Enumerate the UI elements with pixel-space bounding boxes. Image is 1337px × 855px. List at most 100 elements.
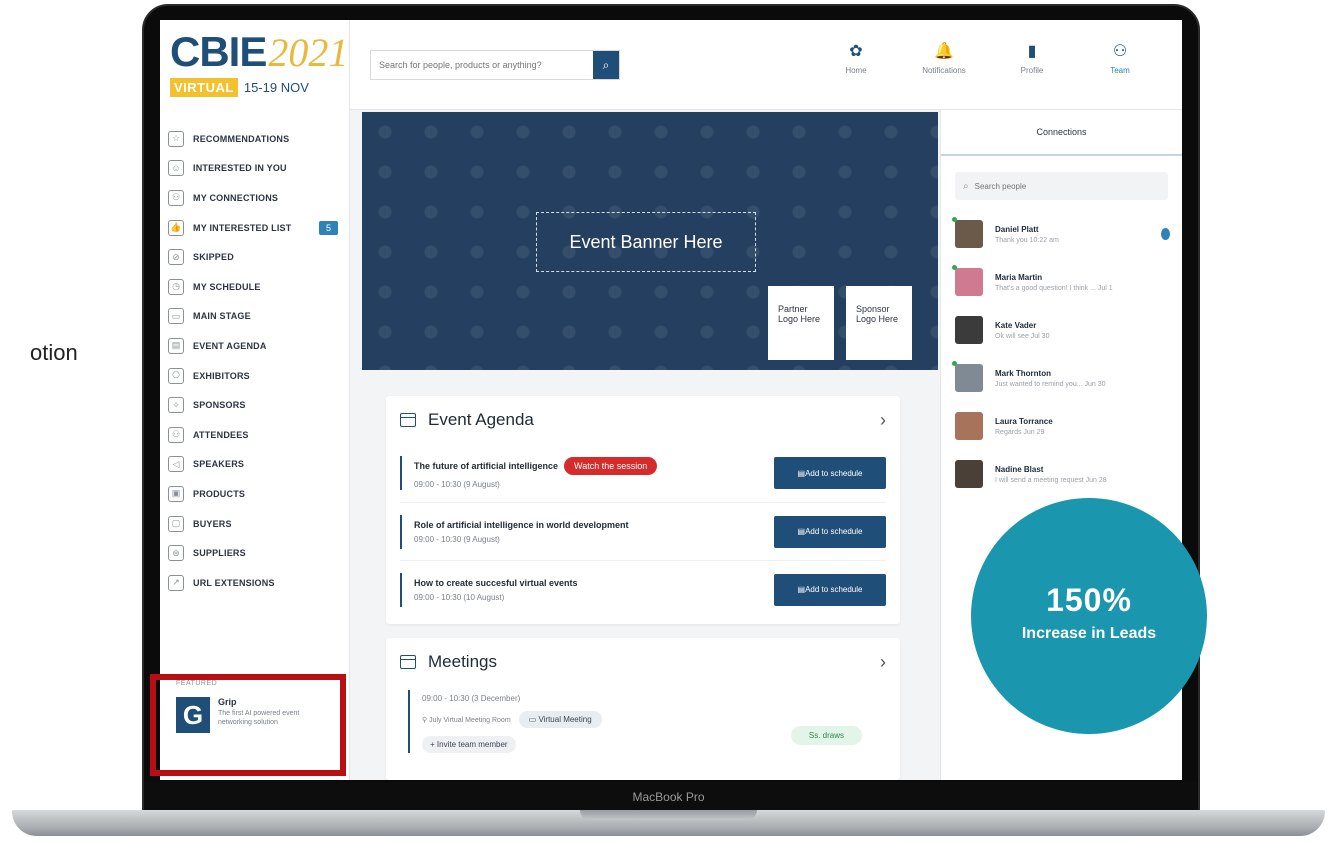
sidebar-item-url-extensions[interactable]: ↗ URL EXTENSIONS	[168, 568, 348, 598]
connection-name: Maria Martin	[995, 272, 1043, 282]
agenda-list: The future of artificial intelligence Wat…	[386, 444, 900, 618]
add-to-schedule-button[interactable]: ▤ Add to schedule	[774, 457, 886, 489]
home-icon: ✿	[849, 43, 863, 60]
sidebar-item-label: RECOMMENDATIONS	[193, 133, 290, 144]
nav-home[interactable]: ✿ Home	[832, 40, 880, 75]
chevron-right-icon[interactable]: ›	[880, 410, 886, 431]
invite-team-button[interactable]: + Invite team member	[422, 736, 516, 753]
people-search-input[interactable]	[974, 181, 1135, 191]
agenda-item-title-text: How to create succesful virtual events	[414, 577, 578, 588]
avatar	[952, 265, 983, 296]
add-to-schedule-label: Add to schedule	[805, 468, 863, 478]
connection-info: Nadine Blast I will send a meeting reques…	[995, 465, 1107, 484]
speaker-icon: ◁	[168, 456, 184, 473]
connection-item[interactable]: Laura Torrance Regards Jun 29	[941, 402, 1182, 450]
sidebar-item-interested-in-you[interactable]: ☺ INTERESTED IN YOU	[168, 154, 348, 184]
sidebar-item-label: SKIPPED	[193, 252, 234, 263]
nav-label: Team	[1110, 66, 1130, 75]
nav-label: Profile	[1020, 66, 1044, 75]
online-indicator	[952, 361, 957, 366]
sidebar-item-label: BUYERS	[193, 518, 232, 529]
sidebar-item-my-interested-list[interactable]: 👍 MY INTERESTED LIST 5	[168, 213, 348, 243]
smiley-icon: ☺	[168, 160, 184, 177]
add-to-schedule-button[interactable]: ▤ Add to schedule	[774, 515, 886, 548]
agenda-item-time: 09:00 - 10:30 (9 August)	[414, 534, 500, 544]
side-caption: otion	[30, 340, 78, 365]
connection-info: Laura Torrance Regards Jun 29	[995, 417, 1053, 436]
meeting-type-pill[interactable]: ▭ Virtual Meeting	[518, 711, 602, 728]
stage: otion MacBook Pro CBIE2021 VIRTUAL 15-19…	[0, 0, 1337, 855]
sidebar-item-label: EVENT AGENDA	[193, 340, 267, 351]
logo-virtual-badge: VIRTUAL	[170, 78, 238, 97]
nav-team[interactable]: ⚇ Team	[1096, 40, 1144, 75]
chevron-right-icon[interactable]: ›	[880, 652, 886, 673]
sidebar-item-sponsors[interactable]: ✧ SPONSORS	[168, 390, 348, 420]
calendar-icon	[400, 655, 416, 669]
nav-profile[interactable]: ▮ Profile	[1008, 40, 1056, 75]
sidebar-item-skipped[interactable]: ⊘ SKIPPED	[168, 242, 348, 272]
logo-name: CBIE	[170, 28, 267, 75]
avatar	[955, 316, 983, 344]
connection-info: Maria Martin That's a good question! I th…	[995, 273, 1113, 292]
sidebar-item-label: SUPPLIERS	[193, 548, 246, 559]
add-to-schedule-button[interactable]: ▤ Add to schedule	[774, 573, 886, 606]
sidebar-item-my-connections[interactable]: ⚇ MY CONNECTIONS	[168, 183, 348, 213]
stat-circle: 150% Increase in Leads	[971, 498, 1207, 734]
watch-session-button[interactable]: Watch the session	[564, 457, 658, 475]
avatar	[952, 361, 983, 392]
sidebar-item-speakers[interactable]: ◁ SPEAKERS	[168, 450, 348, 480]
calendar-icon: ▤	[797, 468, 806, 478]
count-badge: 5	[318, 220, 338, 235]
stat-label: Increase in Leads	[1021, 625, 1157, 642]
search-input[interactable]	[371, 51, 593, 79]
sponsor-logo-tile[interactable]: Sponsor Logo Here	[846, 286, 912, 360]
connection-item[interactable]: Daniel Platt Thank you 10:22 am	[941, 210, 1182, 258]
profile-icon: ▮	[1027, 43, 1037, 60]
event-agenda-card: Event Agenda › The future of artificial …	[386, 396, 900, 624]
agenda-item-title: The future of artificial intelligence Wat…	[414, 457, 774, 475]
event-logo[interactable]: CBIE2021	[170, 28, 348, 76]
agenda-title: Event Agenda	[428, 410, 534, 429]
connection-name: Nadine Blast	[995, 464, 1044, 474]
sidebar-item-my-schedule[interactable]: ◷ MY SCHEDULE	[168, 272, 348, 302]
agenda-item-title: Role of artificial intelligence in world…	[414, 520, 774, 530]
sidebar-item-event-agenda[interactable]: ▤ EVENT AGENDA	[168, 331, 348, 361]
sidebar-item-label: EXHIBITORS	[193, 370, 250, 381]
connections-list: Daniel Platt Thank you 10:22 am Maria Mart…	[941, 210, 1182, 498]
connection-last-message: Just wanted to remind you... Jun 30	[995, 380, 1106, 388]
nav-notifications[interactable]: 🔔 Notifications	[920, 40, 968, 75]
connection-item[interactable]: Maria Martin That's a good question! I th…	[941, 258, 1182, 306]
sidebar-item-buyers[interactable]: ▢ BUYERS	[168, 509, 348, 539]
external-link-icon: ↗	[168, 574, 184, 591]
sidebar-item-suppliers[interactable]: ⊛ SUPPLIERS	[168, 538, 348, 568]
online-indicator	[952, 265, 957, 270]
logo-subtitle: VIRTUAL 15-19 NOV	[170, 78, 309, 97]
sidebar-item-label: URL EXTENSIONS	[193, 577, 275, 588]
sidebar-item-label: SPEAKERS	[193, 459, 245, 470]
connection-item[interactable]: Kate Vader Ok will see Jul 30	[941, 306, 1182, 354]
thumbs-up-icon: 👍	[168, 219, 184, 236]
sidebar-item-main-stage[interactable]: ▭ MAIN STAGE	[168, 302, 348, 332]
avatar	[955, 460, 983, 488]
agenda-item: How to create succesful virtual events 09…	[400, 560, 886, 618]
star-icon: ☆	[168, 130, 184, 147]
partner-logo-tile[interactable]: Partner Logo Here	[768, 286, 834, 360]
sidebar-item-label: INTERESTED IN YOU	[193, 163, 287, 174]
sidebar-item-recommendations[interactable]: ☆ RECOMMENDATIONS	[168, 124, 348, 154]
stage-icon: ▭	[168, 308, 184, 325]
event-banner: Event Banner Here Partner Logo Here Spon…	[362, 112, 938, 370]
connection-last-message: Thank you 10:22 am	[995, 236, 1059, 244]
meetings-title: Meetings	[428, 652, 497, 671]
agenda-item-text: The future of artificial intelligence Wat…	[414, 457, 774, 489]
sidebar-item-label: MAIN STAGE	[193, 311, 251, 322]
unread-indicator	[1161, 228, 1170, 240]
sidebar-item-attendees[interactable]: ⚇ ATTENDEES	[168, 420, 348, 450]
search-button[interactable]: ⌕	[593, 51, 619, 79]
add-to-schedule-label: Add to schedule	[805, 527, 863, 536]
sidebar-item-exhibitors[interactable]: ⎔ EXHIBITORS	[168, 361, 348, 391]
connection-item[interactable]: Mark Thornton Just wanted to remind you..…	[941, 354, 1182, 402]
agenda-item-title: How to create succesful virtual events	[414, 578, 774, 588]
sidebar-item-products[interactable]: ▣ PRODUCTS	[168, 479, 348, 509]
nav-label: Home	[845, 66, 867, 75]
connection-item[interactable]: Nadine Blast I will send a meeting reques…	[941, 450, 1182, 498]
